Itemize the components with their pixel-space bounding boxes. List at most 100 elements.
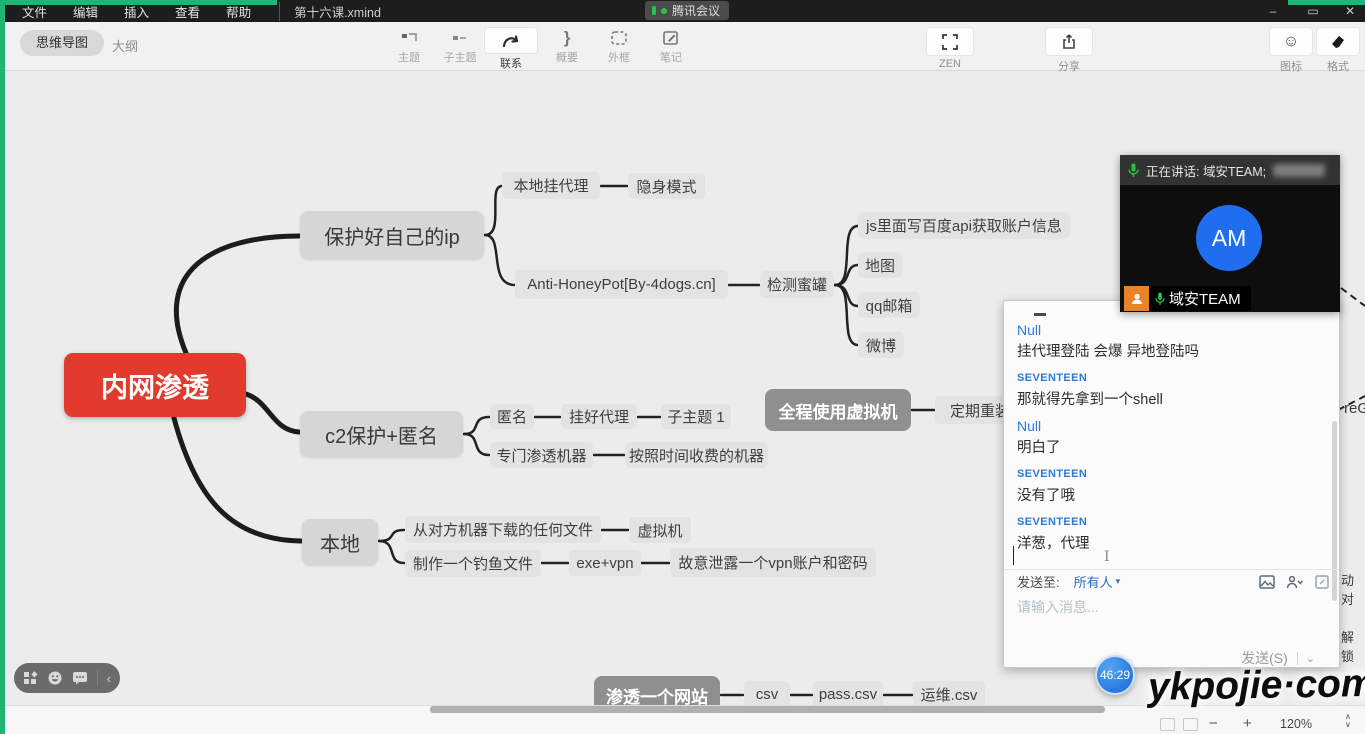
- chat-sender: SEVENTEEN: [1017, 466, 1321, 483]
- mindmap-node[interactable]: 虚拟机: [629, 517, 691, 543]
- zen-mode-button[interactable]: ZEN: [926, 27, 974, 70]
- speaking-banner: 正在讲话: 域安TEAM;: [1120, 155, 1340, 185]
- notes-button[interactable]: 笔记: [644, 27, 698, 65]
- avatar: AM: [1196, 205, 1262, 271]
- chat-footer: 发送至: 所有人 ▾: [1004, 569, 1339, 593]
- collapse-chevron-icon[interactable]: ‹: [107, 671, 111, 686]
- subtopic-button[interactable]: 子主题: [433, 27, 487, 65]
- screenshot-icon[interactable]: [1315, 575, 1329, 589]
- text-caret: [1013, 546, 1014, 565]
- meeting-pill-label: 腾讯会议: [672, 2, 720, 19]
- chat-sender: Null: [1017, 322, 1321, 339]
- mindmap-node[interactable]: csv: [744, 681, 790, 708]
- person-icon: [1124, 286, 1149, 311]
- overview-icon[interactable]: [1160, 718, 1175, 731]
- mindmap-node[interactable]: 子主题 1: [661, 404, 731, 429]
- mic-icon: [1155, 292, 1165, 306]
- summary-button[interactable]: } 概要: [540, 27, 594, 65]
- share-border-top-right: [1288, 0, 1365, 5]
- mindmap-node[interactable]: 本地挂代理: [502, 172, 600, 199]
- mindmap-node[interactable]: 隐身模式: [628, 173, 705, 199]
- chat-text: 挂代理登陆 会爆 异地登陆吗: [1017, 343, 1321, 362]
- mindmap-node[interactable]: 检测蜜罐: [760, 271, 834, 298]
- mindmap-node[interactable]: 专门渗透机器: [490, 442, 593, 468]
- mindmap-node[interactable]: 本地: [302, 519, 378, 565]
- mindmap-node[interactable]: exe+vpn: [569, 550, 641, 576]
- summary-icon: }: [540, 27, 594, 48]
- horizontal-scrollbar[interactable]: [430, 706, 1105, 713]
- mindmap-node[interactable]: 保护好自己的ip: [300, 211, 484, 259]
- edge-fragment-text: 解锁: [1341, 627, 1365, 665]
- chat-panel: Null 挂代理登陆 会爆 异地登陆吗 SEVENTEEN那就得先拿到一个shell…: [1003, 300, 1340, 668]
- mindmap-node[interactable]: js里面写百度api获取账户信息: [858, 212, 1070, 239]
- mention-person-icon[interactable]: [1286, 575, 1304, 589]
- mindmap-node[interactable]: 故意泄露一个vpn账户和密码: [670, 548, 876, 577]
- participant-name: 域安TEAM: [1169, 288, 1241, 309]
- speaking-label: 正在讲话: 域安TEAM;: [1146, 161, 1266, 180]
- format-button[interactable]: 格式: [1316, 27, 1360, 74]
- zoom-level[interactable]: 120%: [1280, 717, 1312, 731]
- mindmap-node[interactable]: 从对方机器下载的任何文件: [405, 516, 601, 543]
- meeting-video-window[interactable]: 正在讲话: 域安TEAM; AM 域安TEAM: [1120, 155, 1340, 312]
- stickers-button[interactable]: ☺ 图标: [1269, 27, 1313, 74]
- mindmap-node[interactable]: qq邮箱: [858, 292, 920, 318]
- mic-icon: [1128, 163, 1139, 178]
- notes-icon: [644, 27, 698, 48]
- boundary-icon: [592, 27, 646, 48]
- shapes-icon[interactable]: [23, 671, 38, 686]
- toolbar: 思维导图 大纲 主题 子主题 联系 } 概要: [0, 22, 1365, 71]
- pin-icon[interactable]: [1183, 718, 1198, 731]
- fit-window-button[interactable]: ∧∨: [1345, 713, 1351, 729]
- topic-icon: [382, 27, 436, 48]
- chat-message: Null 挂代理登陆 会爆 异地登陆吗: [1017, 322, 1321, 362]
- mindmap-node[interactable]: c2保护+匿名: [300, 411, 463, 457]
- edge-fragment-text: reG: [1344, 400, 1365, 417]
- smiley-icon[interactable]: [47, 670, 63, 686]
- smiley-icon: ☺: [1283, 33, 1299, 51]
- zoom-in-button[interactable]: +: [1243, 715, 1252, 732]
- mindmap-node[interactable]: 匿名: [490, 404, 534, 429]
- chat-message: Null明白了: [1017, 418, 1321, 458]
- video-area: AM 域安TEAM: [1120, 185, 1340, 312]
- chat-message-list[interactable]: Null 挂代理登陆 会爆 异地登陆吗 SEVENTEEN那就得先拿到一个shell…: [1017, 322, 1321, 562]
- tencent-meeting-pill[interactable]: 腾讯会议: [645, 1, 729, 20]
- topic-button[interactable]: 主题: [382, 27, 436, 65]
- zoom-out-button[interactable]: −: [1209, 715, 1218, 732]
- relationship-button[interactable]: 联系: [484, 27, 538, 71]
- share-button[interactable]: 分享: [1045, 27, 1093, 74]
- comment-icon[interactable]: [72, 671, 88, 685]
- chat-input[interactable]: 请输入消息...: [1017, 597, 1099, 617]
- share-border-top-left: [0, 0, 277, 5]
- scrolled-message-fragment: [1034, 313, 1046, 316]
- mindmap-node[interactable]: pass.csv: [813, 681, 883, 708]
- boundary-button[interactable]: 外框: [592, 27, 646, 65]
- edge-fragment-text: 动对: [1341, 570, 1365, 608]
- tab-outline[interactable]: 大纲: [112, 36, 138, 55]
- mindmap-node[interactable]: 微博: [858, 332, 904, 358]
- mindmap-node[interactable]: Anti-HoneyPot[By-4dogs.cn]: [515, 270, 728, 299]
- send-to-dropdown[interactable]: 所有人: [1074, 572, 1113, 591]
- ibeam-cursor: I: [1104, 549, 1110, 565]
- mindmap-node[interactable]: 内网渗透: [64, 353, 246, 417]
- mindmap-node[interactable]: 全程使用虚拟机: [765, 389, 911, 431]
- chat-sender: Null: [1017, 418, 1321, 435]
- meeting-timer-bubble[interactable]: 46:29: [1095, 655, 1135, 695]
- canvas-tools-pill[interactable]: ‹: [14, 663, 120, 693]
- mindmap-node[interactable]: 运维.csv: [913, 681, 985, 708]
- blurred-name: [1273, 164, 1325, 177]
- chat-text: 洋葱，代理: [1017, 535, 1321, 554]
- minimize-button[interactable]: –: [1258, 0, 1288, 22]
- meeting-status-dot-icon: [661, 8, 667, 14]
- chat-message: SEVENTEEN没有了哦: [1017, 466, 1321, 506]
- watermark: ykpojie·com: [1148, 662, 1365, 710]
- mindmap-node[interactable]: 地图: [858, 252, 902, 278]
- chat-message: SEVENTEEN那就得先拿到一个shell: [1017, 370, 1321, 410]
- send-to-label: 发送至:: [1017, 572, 1060, 591]
- share-border-left: [0, 0, 5, 734]
- image-attach-icon[interactable]: [1259, 575, 1275, 589]
- mindmap-node[interactable]: 制作一个钓鱼文件: [405, 550, 541, 577]
- tab-mindmap[interactable]: 思维导图: [20, 30, 104, 56]
- mindmap-node[interactable]: 挂好代理: [561, 404, 637, 429]
- relationship-icon: [495, 30, 527, 51]
- mindmap-node[interactable]: 按照时间收费的机器: [625, 442, 768, 468]
